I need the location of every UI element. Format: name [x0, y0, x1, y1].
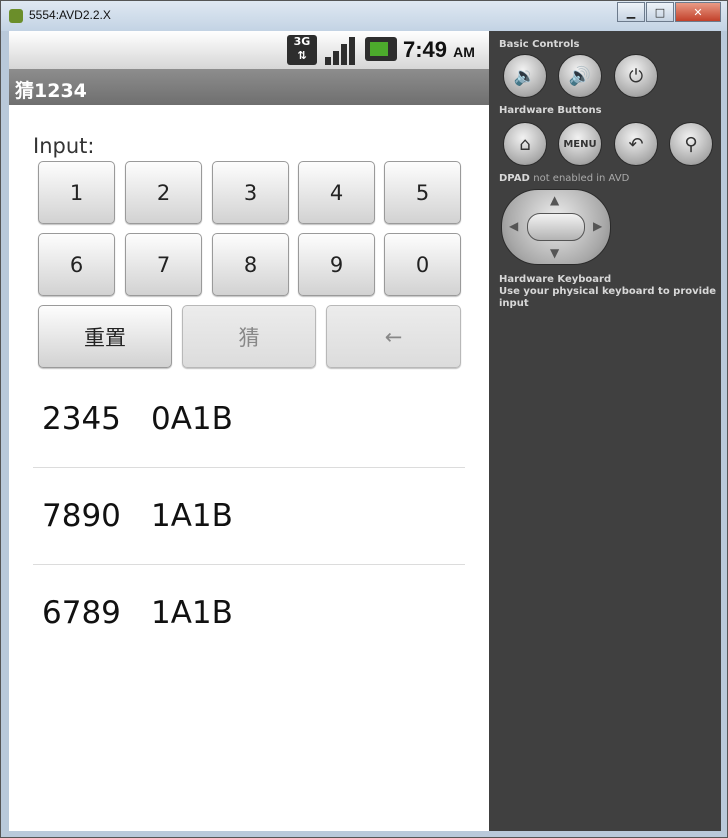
guess-number: 6789 — [42, 595, 121, 631]
digit-button-1[interactable]: 1 — [38, 161, 115, 224]
search-button[interactable]: ⚲ — [669, 122, 713, 166]
close-button[interactable]: ✕ — [675, 2, 721, 22]
dpad-center-button[interactable] — [527, 213, 585, 241]
power-button[interactable]: ⏻ — [614, 54, 658, 98]
signal-strength-icon — [325, 35, 357, 65]
volume-down-icon: 🔉 — [513, 65, 537, 87]
guess-history-list: 2345 0A1B 7890 1A1B 6789 1A1B — [33, 371, 465, 661]
list-item[interactable]: 6789 1A1B — [33, 565, 465, 661]
app-title-bar: 猜1234 — [9, 69, 489, 105]
digit-button-3[interactable]: 3 — [212, 161, 289, 224]
digit-button-2[interactable]: 2 — [125, 161, 202, 224]
emulator-control-panel: Basic Controls 🔉 🔊 ⏻ Hardware Buttons ⌂ … — [489, 31, 721, 831]
battery-charging-icon — [365, 37, 397, 61]
digit-button-9[interactable]: 9 — [298, 233, 375, 296]
hardware-keyboard-info: Hardware Keyboard Use your physical keyb… — [499, 274, 721, 310]
digit-button-8[interactable]: 8 — [212, 233, 289, 296]
digit-button-7[interactable]: 7 — [125, 233, 202, 296]
dpad-up-icon[interactable]: ▲ — [550, 193, 559, 207]
window-titlebar: 5554:AVD2.2.X ▁ □ ✕ — [1, 1, 727, 31]
volume-down-button[interactable]: 🔉 — [503, 54, 547, 98]
digit-button-6[interactable]: 6 — [38, 233, 115, 296]
guess-button[interactable]: 猜 — [182, 305, 316, 368]
clock: 7:49 AM — [403, 37, 475, 63]
guess-result: 0A1B — [151, 401, 233, 437]
digit-button-5[interactable]: 5 — [384, 161, 461, 224]
volume-up-icon: 🔊 — [568, 65, 592, 87]
app-title: 猜1234 — [15, 80, 87, 102]
volume-up-button[interactable]: 🔊 — [558, 54, 602, 98]
guess-result: 1A1B — [151, 595, 233, 631]
input-label: Input: — [33, 134, 95, 158]
guess-number: 2345 — [42, 401, 121, 437]
dpad-left-icon[interactable]: ◀ — [509, 219, 518, 233]
power-icon: ⏻ — [628, 65, 644, 87]
dpad-right-icon[interactable]: ▶ — [593, 219, 602, 233]
emulator-window: 5554:AVD2.2.X ▁ □ ✕ 3G ⇅ 7:49 AM 猜1234 In… — [0, 0, 728, 838]
list-item[interactable]: 7890 1A1B — [33, 468, 465, 565]
guess-result: 1A1B — [151, 498, 233, 534]
maximize-button[interactable]: □ — [646, 2, 674, 22]
dpad-control[interactable]: ▲ ▼ ◀ ▶ — [501, 189, 611, 265]
android-app-icon — [9, 9, 23, 23]
home-button[interactable]: ⌂ — [503, 122, 547, 166]
window-title: 5554:AVD2.2.X — [29, 8, 111, 22]
hardware-buttons-heading: Hardware Buttons — [499, 105, 602, 116]
phone-screen: 3G ⇅ 7:49 AM 猜1234 Input: 1 2 3 4 5 6 7 8… — [9, 31, 489, 831]
minimize-button[interactable]: ▁ — [617, 2, 645, 22]
clock-ampm: AM — [453, 44, 475, 60]
digit-button-0[interactable]: 0 — [384, 233, 461, 296]
home-icon: ⌂ — [519, 133, 531, 155]
dpad-label: DPAD — [499, 173, 530, 184]
guess-number: 7890 — [42, 498, 121, 534]
network-type: 3G — [293, 35, 311, 48]
dpad-note: not enabled in AVD — [533, 173, 630, 184]
reset-button[interactable]: 重置 — [38, 305, 172, 368]
search-icon: ⚲ — [684, 133, 698, 155]
keyboard-note: Use your physical keyboard to provide in… — [499, 286, 717, 309]
back-button[interactable]: ↶ — [614, 122, 658, 166]
status-bar: 3G ⇅ 7:49 AM — [9, 31, 489, 69]
keyboard-title: Hardware Keyboard — [499, 274, 612, 285]
network-3g-icon: 3G ⇅ — [287, 35, 317, 65]
basic-controls-heading: Basic Controls — [499, 39, 580, 50]
digit-button-4[interactable]: 4 — [298, 161, 375, 224]
menu-button[interactable]: MENU — [558, 122, 602, 166]
back-icon: ↶ — [628, 133, 644, 155]
dpad-down-icon[interactable]: ▼ — [550, 246, 559, 260]
list-item[interactable]: 2345 0A1B — [33, 371, 465, 468]
clock-time: 7:49 — [403, 37, 448, 62]
backspace-button[interactable]: ← — [326, 305, 461, 368]
dpad-heading: DPAD not enabled in AVD — [499, 173, 629, 184]
